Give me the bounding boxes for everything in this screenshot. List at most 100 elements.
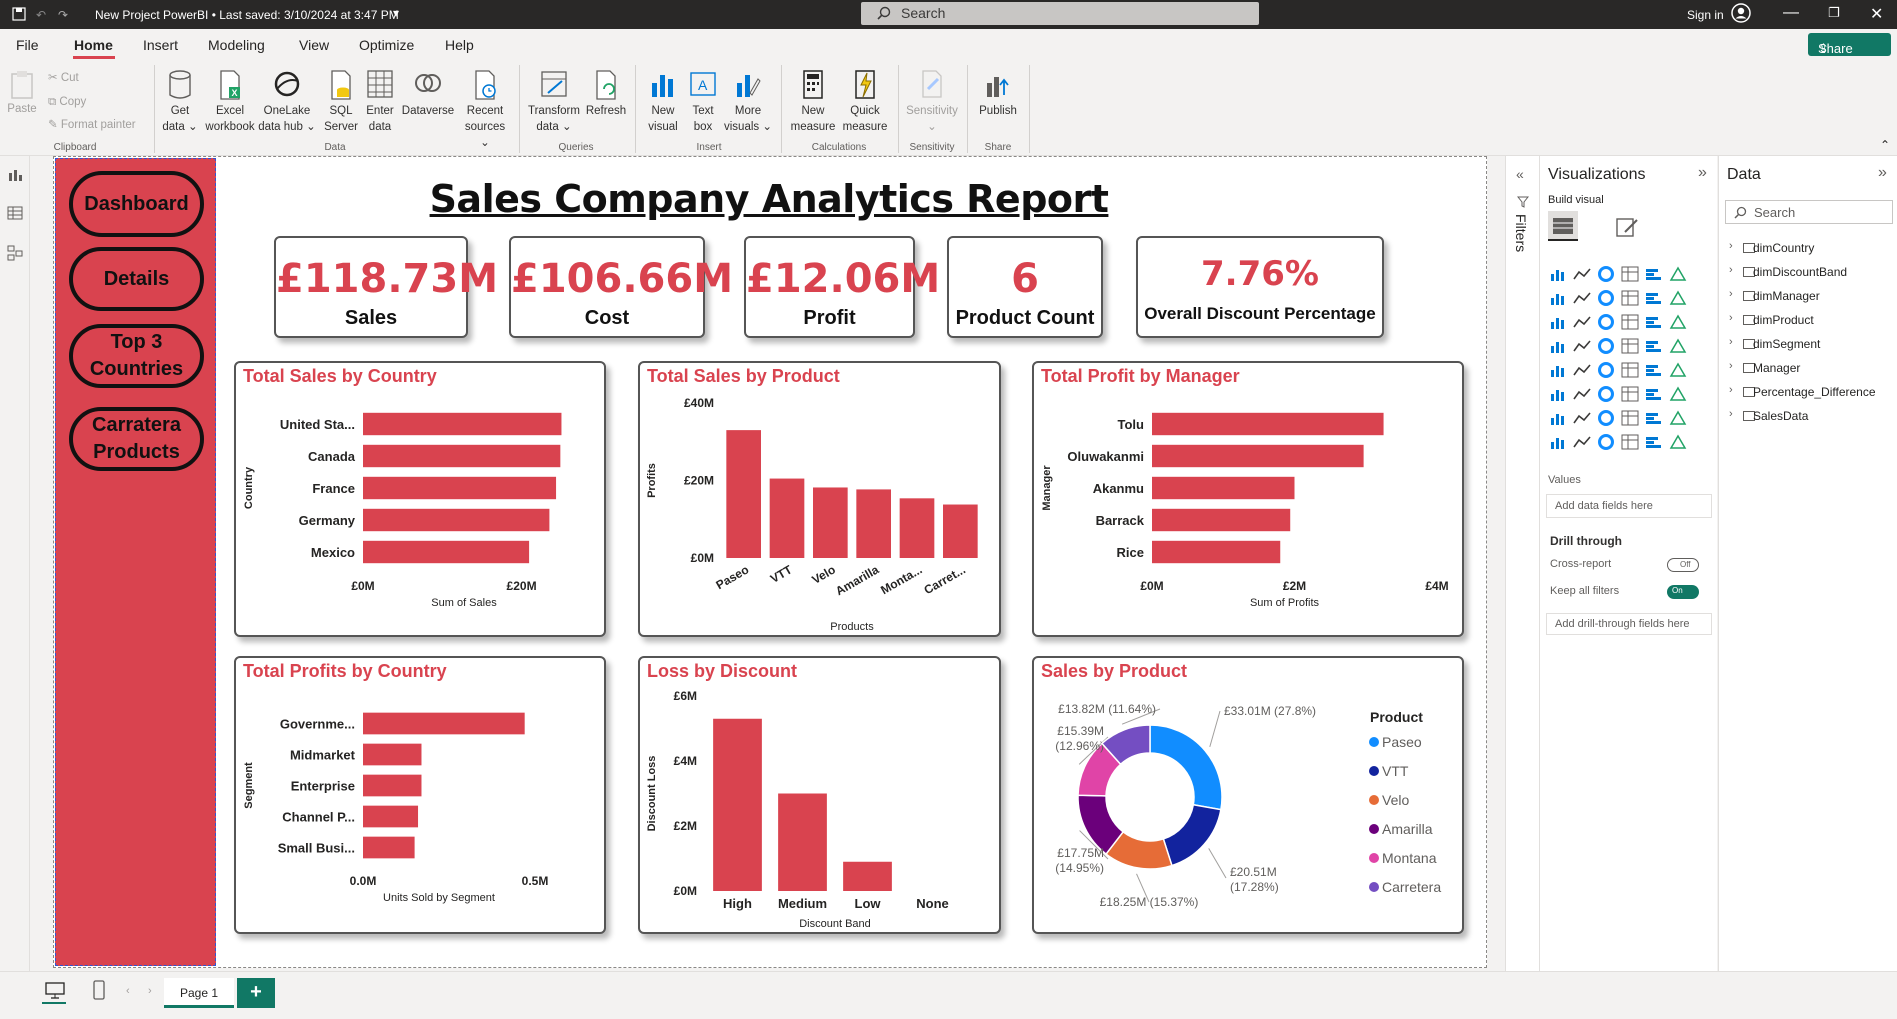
drill-through-drop-zone[interactable]: Add drill-through fields here [1546,613,1712,635]
keep-all-filters-toggle[interactable]: On [1667,585,1699,599]
page-tab-page-1[interactable]: Page 1 [164,978,234,1008]
new-visual-button[interactable]: New visual [643,69,683,135]
visual-type-icon[interactable] [1621,410,1639,426]
chart-sales-by-product-donut[interactable]: Sales by Product £33.01M (27.8%) £20.51M(… [1032,656,1464,934]
chevron-right-icon[interactable]: › [1729,288,1733,300]
publish-button[interactable]: Publish [975,69,1021,119]
chevron-right-icon[interactable]: › [1729,336,1733,348]
restore-icon[interactable]: ❐ [1828,5,1840,21]
chevron-right-icon[interactable]: › [1729,384,1733,396]
visual-type-icon[interactable] [1597,386,1615,402]
copy-button[interactable]: ⧉ Copy [48,94,86,110]
chevron-right-icon[interactable]: › [1729,264,1733,276]
field-item-dimproduct[interactable]: › dimProduct [1719,312,1897,332]
chevron-right-icon[interactable]: › [1729,312,1733,324]
visual-type-icon[interactable] [1573,434,1591,450]
visual-type-icon[interactable] [1669,314,1687,330]
title-dropdown-icon[interactable]: ▾ [393,6,399,20]
next-page-icon[interactable]: › [148,985,152,997]
visual-type-icon[interactable] [1549,290,1567,306]
chart-loss-by-discount[interactable]: Loss by Discount £0M £2M £4M £6M High Medium L… [638,656,1001,934]
visual-type-icon[interactable] [1669,410,1687,426]
transform-data-button[interactable]: Transform data ⌄ [526,69,582,135]
mobile-layout-icon[interactable] [93,980,105,1000]
chart-total-sales-by-country[interactable]: Total Sales by Country United Sta... Cana… [234,361,606,637]
report-view-icon[interactable] [8,168,24,182]
visual-type-icon[interactable] [1645,386,1663,402]
nav-details-button[interactable]: Details [69,247,204,311]
visual-type-icon[interactable] [1549,338,1567,354]
visual-type-icon[interactable] [1645,410,1663,426]
menu-optimize[interactable]: Optimize [359,37,414,53]
cut-button[interactable]: ✂ Cut [48,70,79,86]
visual-type-icon[interactable] [1669,266,1687,282]
field-item-dimcountry[interactable]: › dimCountry [1719,240,1897,260]
minimize-icon[interactable]: — [1783,4,1799,22]
table-view-icon[interactable] [7,206,23,220]
sensitivity-button[interactable]: Sensitivity ⌄ [903,69,961,135]
save-icon[interactable] [12,7,26,21]
model-view-icon[interactable] [7,245,23,261]
onelake-data-hub-button[interactable]: OneLake data hub ⌄ [258,69,316,135]
global-search-input[interactable]: Search [861,2,1259,25]
enter-data-button[interactable]: Enter data [362,69,398,135]
menu-file[interactable]: File [16,37,39,53]
visual-type-icon[interactable] [1597,314,1615,330]
new-measure-button[interactable]: New measure [788,69,838,135]
kpi-card-cost[interactable]: £106.66M Cost [509,236,733,338]
visual-type-icon[interactable] [1645,338,1663,354]
expand-filters-icon[interactable]: « [1516,166,1524,182]
paste-button[interactable]: Paste [6,69,38,117]
visual-type-icon[interactable] [1645,362,1663,378]
kpi-card-sales[interactable]: £118.73M Sales [274,236,498,338]
data-search-input[interactable]: Search [1725,200,1893,224]
visual-type-icon[interactable] [1597,338,1615,354]
undo-icon[interactable]: ↶ [36,8,46,22]
visual-type-icon[interactable] [1549,386,1567,402]
visual-type-icon[interactable] [1597,362,1615,378]
visual-type-icon[interactable] [1621,290,1639,306]
build-visual-tab[interactable] [1548,211,1578,241]
kpi-card-discount-percentage[interactable]: 7.76% Overall Discount Percentage [1136,236,1384,338]
chart-total-profit-by-manager[interactable]: Total Profit by Manager Tolu Oluwakanmi Ak… [1032,361,1464,637]
menu-view[interactable]: View [299,37,329,53]
visual-type-icon[interactable] [1573,314,1591,330]
visual-type-icon[interactable] [1645,314,1663,330]
menu-home[interactable]: Home [74,37,113,53]
values-drop-zone[interactable]: Add data fields here [1546,494,1712,518]
chevron-right-icon[interactable]: › [1729,360,1733,372]
kpi-card-profit[interactable]: £12.06M Profit [744,236,940,338]
more-visuals-button[interactable]: More visuals ⌄ [722,69,774,135]
visual-type-icon[interactable] [1549,266,1567,282]
prev-page-icon[interactable]: ‹ [126,985,130,997]
kpi-card-product-count[interactable]: 6 Product Count [947,236,1103,338]
visual-type-icon[interactable] [1597,434,1615,450]
quick-measure-button[interactable]: Quick measure [840,69,890,135]
sign-in-link[interactable]: Sign in [1687,8,1724,22]
visual-type-icon[interactable] [1645,434,1663,450]
visual-type-icon[interactable] [1549,410,1567,426]
visual-type-icon[interactable] [1573,290,1591,306]
text-box-button[interactable]: A Text box [686,69,720,135]
dataverse-button[interactable]: Dataverse [400,69,456,119]
visual-type-icon[interactable] [1645,290,1663,306]
visual-type-icon[interactable] [1549,434,1567,450]
sql-server-button[interactable]: SQL Server [320,69,362,135]
visual-type-icon[interactable] [1669,362,1687,378]
visual-type-icon[interactable] [1621,314,1639,330]
visual-type-icon[interactable] [1573,266,1591,282]
nav-carratera-products-button[interactable]: Carratera Products [69,407,204,471]
nav-dashboard-button[interactable]: Dashboard [69,171,204,237]
field-item-salesdata[interactable]: › SalesData [1719,408,1897,428]
visual-type-icon[interactable] [1597,266,1615,282]
format-visual-icon[interactable] [1615,216,1639,238]
visual-type-icon[interactable] [1621,338,1639,354]
excel-workbook-button[interactable]: X Excel workbook [204,69,256,135]
get-data-button[interactable]: Get data ⌄ [158,69,202,135]
visual-type-icon[interactable] [1669,386,1687,402]
redo-icon[interactable]: ↷ [58,8,68,22]
recent-sources-button[interactable]: Recent sources ⌄ [460,69,510,151]
account-icon[interactable] [1731,3,1751,23]
format-painter-button[interactable]: ✎ Format painter [48,117,136,133]
visual-type-icon[interactable] [1573,410,1591,426]
